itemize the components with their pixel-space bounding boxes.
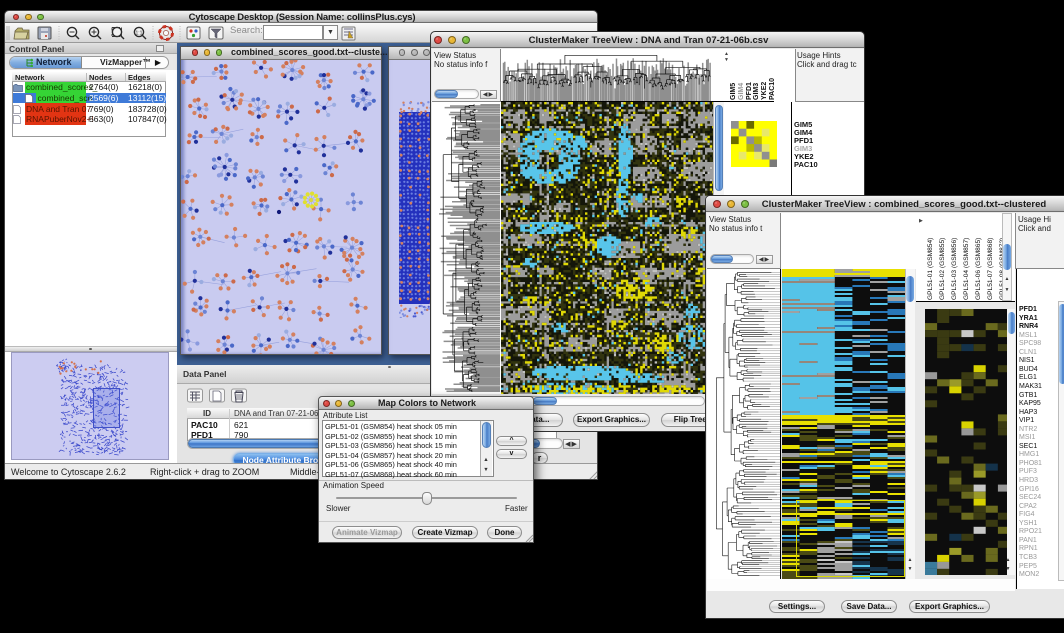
svg-text:1:1: 1:1 [136,30,143,36]
